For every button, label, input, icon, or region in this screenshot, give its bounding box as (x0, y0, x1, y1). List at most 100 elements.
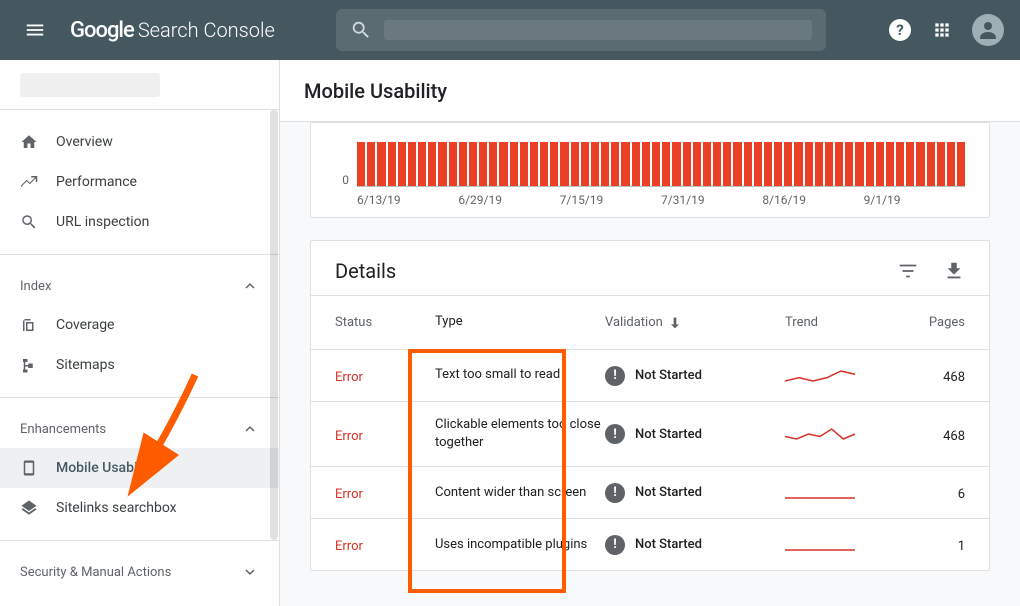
chart-bar (754, 142, 762, 186)
logo-google: Google (70, 18, 134, 43)
sidebar-item-label: Sitelinks searchbox (56, 500, 177, 516)
chart-bar (560, 142, 568, 186)
property-selector[interactable] (0, 60, 279, 110)
sidebar-scrollbar-thumb[interactable] (270, 110, 278, 540)
help-button[interactable]: ? (888, 18, 912, 42)
chart-bar (733, 142, 741, 186)
chart-bar (662, 142, 670, 186)
section-enhancements-header[interactable]: Enhancements (0, 410, 279, 448)
chart-bar (581, 142, 589, 186)
avatar[interactable] (972, 14, 1004, 46)
menu-button[interactable] (16, 11, 54, 49)
sidebar-item-label: Sitemaps (56, 357, 115, 373)
chart-card: 0 6/13/196/29/197/15/197/31/198/16/199/1… (310, 122, 990, 218)
avatar-icon (976, 18, 1000, 42)
chart-x-tick: 7/31/19 (661, 193, 762, 207)
validation-status: Not Started (635, 368, 702, 383)
error-type: Text too small to read (435, 366, 605, 384)
chart-x-tick: 8/16/19 (762, 193, 863, 207)
search-icon (20, 213, 38, 231)
section-index-title: Index (20, 279, 51, 294)
chart-bar (642, 142, 650, 186)
pages-count: 6 (958, 487, 965, 502)
chevron-down-icon (241, 563, 259, 581)
col-pages: Pages (895, 315, 965, 330)
sidebar-scrollbar[interactable] (269, 110, 279, 570)
pages-count: 1 (958, 539, 965, 554)
table-row[interactable]: ErrorUses incompatible plugins!Not Start… (311, 518, 989, 570)
sidebar-item-label: Overview (56, 134, 113, 150)
apps-button[interactable] (932, 20, 952, 40)
search-box[interactable] (336, 9, 826, 51)
chart-bar (499, 142, 507, 186)
chart-y-tick: 0 (327, 173, 357, 187)
chart-bar (937, 142, 945, 186)
status-badge: Error (335, 370, 363, 385)
chart-bar (906, 142, 914, 186)
chart-bar (713, 142, 721, 186)
sidebar-item-url-inspection[interactable]: URL inspection (0, 202, 279, 242)
chart-bar (845, 142, 853, 186)
status-badge: Error (335, 429, 363, 444)
sidebar-item-label: Mobile Usability (56, 460, 156, 476)
chart-bar (377, 142, 385, 186)
validation-status-icon: ! (605, 366, 625, 386)
sidebar-item-label: Coverage (56, 317, 114, 333)
table-row[interactable]: ErrorContent wider than screen!Not Start… (311, 466, 989, 518)
section-index-header[interactable]: Index (0, 267, 279, 305)
section-security-title: Security & Manual Actions (20, 565, 171, 580)
sidebar-item-sitelinks-searchbox[interactable]: Sitelinks searchbox (0, 488, 279, 528)
chart-bar (947, 142, 955, 186)
chart-bar (764, 142, 772, 186)
chart-bar (896, 142, 904, 186)
logo: Google Search Console (70, 18, 275, 43)
sidebar-item-performance[interactable]: Performance (0, 162, 279, 202)
chart-bar (794, 142, 802, 186)
filter-icon[interactable] (897, 260, 919, 282)
sidebar-item-sitemaps[interactable]: Sitemaps (0, 345, 279, 385)
search-icon (350, 19, 372, 41)
col-trend: Trend (785, 315, 895, 330)
chart-bar (591, 142, 599, 186)
logo-product: Search Console (138, 18, 275, 42)
help-icon: ? (888, 18, 912, 42)
chart-bar (571, 142, 579, 186)
sidebar-item-mobile-usability[interactable]: Mobile Usability (0, 448, 279, 488)
chart-bar (601, 142, 609, 186)
status-badge: Error (335, 539, 363, 554)
mobile-icon (20, 459, 38, 477)
details-table-header: Status Type Validation Trend Pages (311, 295, 989, 349)
chart-bar (652, 142, 660, 186)
chart-bar (825, 142, 833, 186)
table-row[interactable]: ErrorText too small to read!Not Started4… (311, 349, 989, 401)
trend-icon (20, 173, 38, 191)
chart-bar (805, 142, 813, 186)
chart-bar (927, 142, 935, 186)
section-enhancements-title: Enhancements (20, 422, 106, 437)
chart-bar (632, 142, 640, 186)
chart-bar (815, 142, 823, 186)
error-type: Content wider than screen (435, 484, 605, 502)
download-icon[interactable] (943, 260, 965, 282)
section-security-header[interactable]: Security & Manual Actions (0, 553, 279, 591)
chart-bars (357, 139, 965, 187)
chart-bar (428, 142, 436, 186)
chart-bar (916, 142, 924, 186)
chart-x-tick: 6/13/19 (357, 193, 458, 207)
sidebar-item-label: Performance (56, 174, 137, 190)
trend-sparkline (785, 427, 855, 441)
chart-bar (876, 142, 884, 186)
chart-bar (683, 142, 691, 186)
chart-x-axis: 6/13/196/29/197/15/197/31/198/16/199/1/1… (357, 187, 965, 207)
svg-text:?: ? (896, 21, 903, 39)
sidebar-item-coverage[interactable]: Coverage (0, 305, 279, 345)
chart-bar (469, 142, 477, 186)
chart-bar (855, 142, 863, 186)
table-row[interactable]: ErrorClickable elements too close togeth… (311, 401, 989, 466)
chart-bar (489, 142, 497, 186)
chart-bar (703, 142, 711, 186)
col-validation[interactable]: Validation (605, 315, 785, 331)
page-header: Mobile Usability (280, 60, 1020, 122)
sidebar-item-overview[interactable]: Overview (0, 122, 279, 162)
chart-bar (835, 142, 843, 186)
